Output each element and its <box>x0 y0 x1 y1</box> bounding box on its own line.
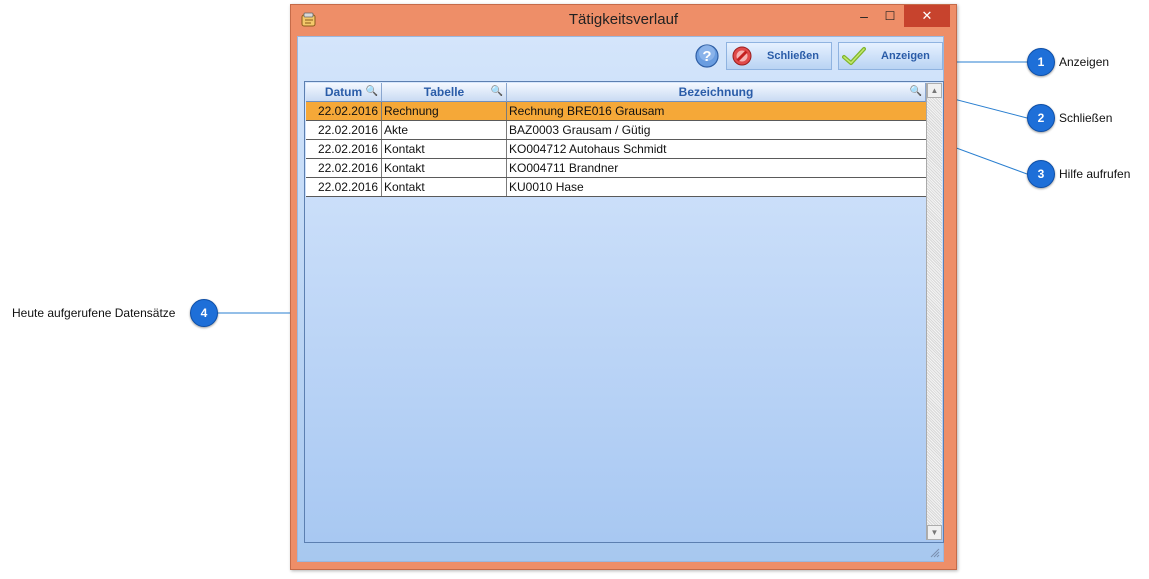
callout-label-4: Heute aufgerufene Datensätze <box>12 306 176 320</box>
table-row[interactable]: 22.02.2016 Rechnung Rechnung BRE016 Grau… <box>306 102 926 121</box>
column-header-datum-label: Datum <box>324 85 363 99</box>
title-bar[interactable]: Tätigkeitsverlauf ‒ ☐ ✕ <box>291 5 956 35</box>
callout-badge-4: 4 <box>190 299 218 327</box>
table-row[interactable]: 22.02.2016 Kontakt KO004711 Brandner <box>306 159 926 178</box>
column-header-tabelle-label: Tabelle <box>423 85 465 99</box>
show-button[interactable]: Anzeigen <box>838 42 943 70</box>
cell-tabelle: Akte <box>382 121 507 139</box>
cell-bezeichnung: BAZ0003 Grausam / Gütig <box>509 123 651 137</box>
callout-label-3: Hilfe aufrufen <box>1059 167 1131 181</box>
cell-tabelle: Kontakt <box>382 159 507 177</box>
callout-badge-2: 2 <box>1027 104 1055 132</box>
search-key-icon[interactable]: 🔍 <box>366 83 378 101</box>
question-icon: ? <box>702 48 711 65</box>
activity-history-window: Tätigkeitsverlauf ‒ ☐ ✕ ? Schließen Anze… <box>290 4 957 570</box>
scroll-up-button[interactable]: ▲ <box>927 83 942 98</box>
cell-tabelle: Kontakt <box>382 140 507 158</box>
column-header-datum[interactable]: Datum 🔍 <box>306 83 382 102</box>
resize-grip-icon[interactable] <box>930 548 940 558</box>
cell-tabelle: Rechnung <box>382 102 507 120</box>
help-button[interactable]: ? <box>694 43 720 69</box>
callout-label-1: Anzeigen <box>1059 55 1110 69</box>
minimize-button[interactable]: ‒ <box>851 5 877 27</box>
table-row[interactable]: 22.02.2016 Kontakt KU0010 Hase <box>306 178 926 197</box>
table-row[interactable]: 22.02.2016 Kontakt KO004712 Autohaus Sch… <box>306 140 926 159</box>
close-icon: ✕ <box>921 8 933 23</box>
table-row[interactable]: 22.02.2016 Akte BAZ0003 Grausam / Gütig <box>306 121 926 140</box>
scroll-down-button[interactable]: ▼ <box>927 525 942 540</box>
close-dialog-button[interactable]: Schließen <box>726 42 832 70</box>
maximize-button[interactable]: ☐ <box>877 5 903 27</box>
column-header-bezeichnung-label: Bezeichnung <box>678 85 754 99</box>
vertical-scrollbar[interactable]: ▲ ▼ <box>926 83 942 540</box>
cell-bezeichnung: KO004711 Brandner <box>509 161 619 175</box>
column-header-tabelle[interactable]: Tabelle 🔍 <box>382 83 507 102</box>
maximize-icon: ☐ <box>884 9 896 23</box>
callout-badge-1: 1 <box>1027 48 1055 76</box>
minimize-icon: ‒ <box>860 8 868 24</box>
cell-datum: 22.02.2016 <box>306 121 382 139</box>
activity-grid: Datum 🔍 Tabelle 🔍 Bezeichnung 🔍 22.02.20… <box>304 81 944 543</box>
cell-bezeichnung: Rechnung BRE016 Grausam <box>509 104 665 118</box>
cell-datum: 22.02.2016 <box>306 140 382 158</box>
client-area: ? Schließen Anzeigen Datum 🔍 Tabelle 🔍 B… <box>297 36 944 562</box>
cell-bezeichnung: KO004712 Autohaus Schmidt <box>509 142 667 156</box>
cell-datum: 22.02.2016 <box>306 159 382 177</box>
cell-datum: 22.02.2016 <box>306 178 382 196</box>
cell-bezeichnung: KU0010 Hase <box>509 180 584 194</box>
close-window-button[interactable]: ✕ <box>904 5 950 27</box>
forbidden-icon <box>732 46 752 66</box>
cell-tabelle: Kontakt <box>382 178 507 196</box>
cell-datum: 22.02.2016 <box>306 102 382 120</box>
callout-badge-3: 3 <box>1027 160 1055 188</box>
callout-label-2: Schließen <box>1059 111 1113 125</box>
search-key-icon[interactable]: 🔍 <box>491 83 503 101</box>
checkmark-icon <box>842 47 866 65</box>
search-key-icon[interactable]: 🔍 <box>910 83 922 101</box>
column-header-bezeichnung[interactable]: Bezeichnung 🔍 <box>507 83 926 102</box>
show-button-label: Anzeigen <box>881 50 930 62</box>
close-dialog-label: Schließen <box>767 50 819 62</box>
